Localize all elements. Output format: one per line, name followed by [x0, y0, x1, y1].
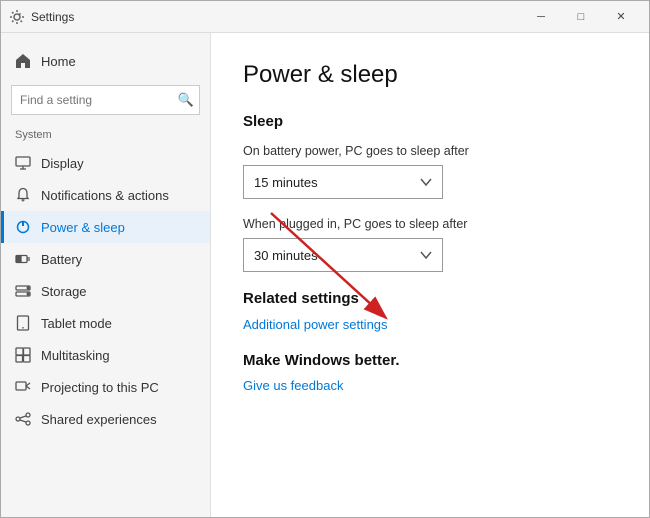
battery-sleep-dropdown[interactable]: 15 minutes — [243, 165, 443, 199]
sidebar-item-multitasking[interactable]: Multitasking — [1, 339, 210, 371]
related-settings-title: Related settings — [243, 290, 617, 307]
sidebar-item-notifications-label: Notifications & actions — [41, 188, 169, 203]
settings-app-icon — [9, 9, 25, 25]
sidebar-item-shared[interactable]: Shared experiences — [1, 403, 210, 435]
search-input[interactable] — [11, 85, 200, 115]
sidebar: Home 🔍 System Display — [1, 33, 211, 517]
tablet-icon — [15, 315, 31, 331]
sidebar-item-shared-label: Shared experiences — [41, 412, 157, 427]
sleep-section-title: Sleep — [243, 113, 617, 130]
sidebar-item-storage[interactable]: Storage — [1, 275, 210, 307]
sidebar-item-tablet[interactable]: Tablet mode — [1, 307, 210, 339]
sidebar-item-power[interactable]: Power & sleep — [1, 211, 210, 243]
minimize-button[interactable]: ─ — [521, 1, 561, 33]
titlebar-title: Settings — [31, 10, 521, 24]
sidebar-item-home[interactable]: Home — [1, 45, 210, 77]
sidebar-item-display-label: Display — [41, 156, 84, 171]
sidebar-item-storage-label: Storage — [41, 284, 87, 299]
sidebar-item-multitasking-label: Multitasking — [41, 348, 110, 363]
home-icon — [15, 53, 31, 69]
sidebar-item-projecting[interactable]: Projecting to this PC — [1, 371, 210, 403]
sidebar-item-projecting-label: Projecting to this PC — [41, 380, 159, 395]
battery-sleep-value: 15 minutes — [254, 175, 318, 190]
power-icon — [15, 219, 31, 235]
plugged-sleep-value: 30 minutes — [254, 248, 318, 263]
content-area: Home 🔍 System Display — [1, 33, 649, 517]
sidebar-section-label: System — [1, 129, 210, 147]
sidebar-item-battery-label: Battery — [41, 252, 82, 267]
plugged-sleep-label: When plugged in, PC goes to sleep after — [243, 217, 617, 231]
battery-sleep-label: On battery power, PC goes to sleep after — [243, 144, 617, 158]
sidebar-item-display[interactable]: Display — [1, 147, 210, 179]
multitasking-icon — [15, 347, 31, 363]
display-icon — [15, 155, 31, 171]
related-settings-section: Related settings Additional power settin… — [243, 290, 617, 332]
sleep-section: Sleep On battery power, PC goes to sleep… — [243, 113, 617, 272]
sidebar-item-home-label: Home — [41, 54, 76, 69]
close-button[interactable]: ✕ — [601, 1, 641, 33]
dropdown-chevron-plugged — [420, 251, 432, 259]
feedback-link[interactable]: Give us feedback — [243, 378, 343, 393]
sidebar-item-power-label: Power & sleep — [41, 220, 125, 235]
storage-icon — [15, 283, 31, 299]
make-better-title: Make Windows better. — [243, 352, 617, 369]
arrow-annotation — [211, 33, 649, 517]
battery-icon — [15, 251, 31, 267]
maximize-button[interactable]: □ — [561, 1, 601, 33]
titlebar-controls: ─ □ ✕ — [521, 1, 641, 33]
search-icon: 🔍 — [178, 92, 194, 108]
main-content: Power & sleep Sleep On battery power, PC… — [211, 33, 649, 517]
plugged-sleep-dropdown[interactable]: 30 minutes — [243, 238, 443, 272]
sidebar-item-notifications[interactable]: Notifications & actions — [1, 179, 210, 211]
dropdown-chevron-battery — [420, 178, 432, 186]
additional-power-settings-link[interactable]: Additional power settings — [243, 317, 617, 332]
shared-icon — [15, 411, 31, 427]
sidebar-item-battery[interactable]: Battery — [1, 243, 210, 275]
titlebar: Settings ─ □ ✕ — [1, 1, 649, 33]
projecting-icon — [15, 379, 31, 395]
sidebar-search: 🔍 — [11, 85, 200, 115]
sidebar-item-tablet-label: Tablet mode — [41, 316, 112, 331]
bell-icon — [15, 187, 31, 203]
settings-window: Settings ─ □ ✕ Home 🔍 System — [0, 0, 650, 518]
page-title: Power & sleep — [243, 61, 617, 89]
feedback-section: Make Windows better. Give us feedback — [243, 352, 617, 395]
